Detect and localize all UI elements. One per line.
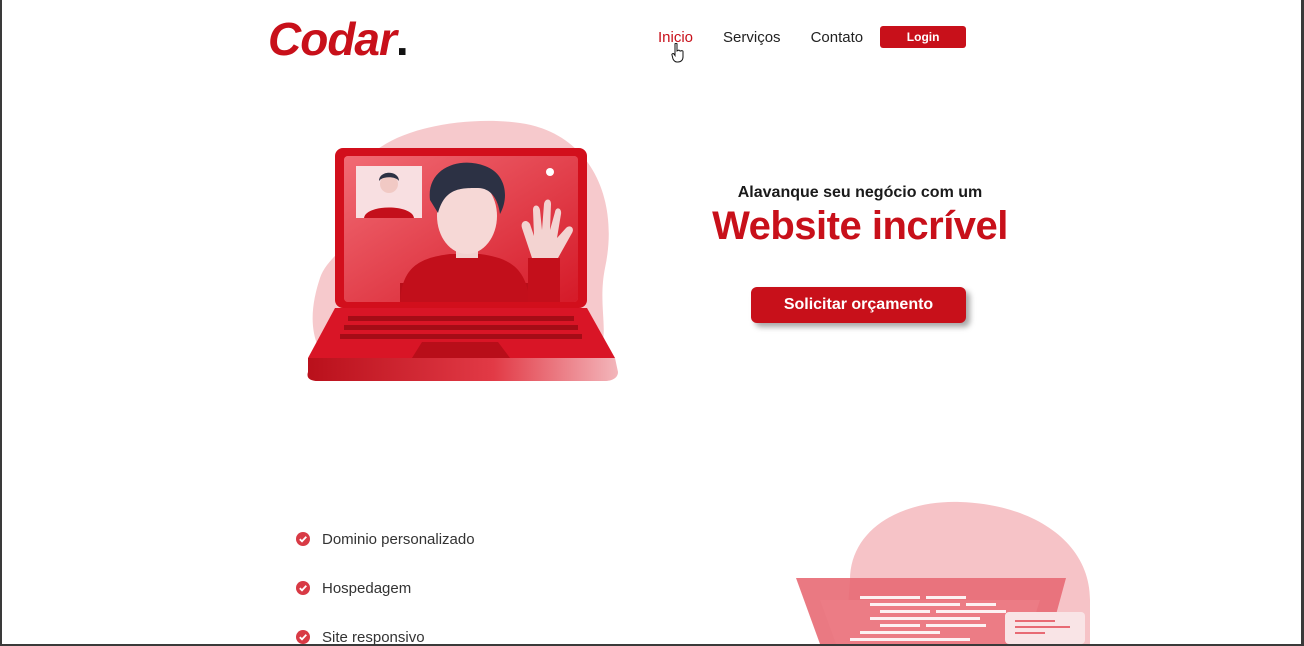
brand-logo[interactable]: Codar.: [268, 12, 409, 66]
check-circle-icon: [296, 630, 310, 644]
brand-dot: .: [395, 13, 409, 65]
code-editor-illustration: [796, 501, 1090, 644]
hand-cursor-icon: [671, 43, 684, 63]
feature-label: Site responsivo: [322, 628, 425, 646]
window-frame-left: [0, 0, 2, 646]
hero-subtitle: Alavanque seu negócio com um: [737, 184, 983, 201]
nav-link-contato[interactable]: Contato: [811, 29, 864, 46]
check-circle-icon: [296, 581, 310, 595]
feature-item: Hospedagem: [296, 577, 475, 599]
request-quote-button[interactable]: Solicitar orçamento: [751, 287, 966, 323]
feature-item: Site responsivo: [296, 626, 475, 646]
check-circle-icon: [296, 532, 310, 546]
main-nav: Inicio Serviços Contato Login: [658, 26, 967, 48]
hero-text: Alavanque seu negócio com um Website inc…: [700, 184, 1020, 249]
nav-link-servicos[interactable]: Serviços: [723, 29, 781, 46]
hero-title: Website incrível: [712, 204, 1008, 248]
feature-item: Dominio personalizado: [296, 528, 475, 550]
feature-list: Dominio personalizado Hospedagem Site re…: [296, 528, 475, 646]
feature-label: Dominio personalizado: [322, 530, 475, 548]
login-button[interactable]: Login: [880, 26, 967, 48]
brand-name: Codar: [268, 13, 397, 65]
laptop-videocall-illustration: [307, 120, 618, 381]
feature-label: Hospedagem: [322, 579, 412, 597]
